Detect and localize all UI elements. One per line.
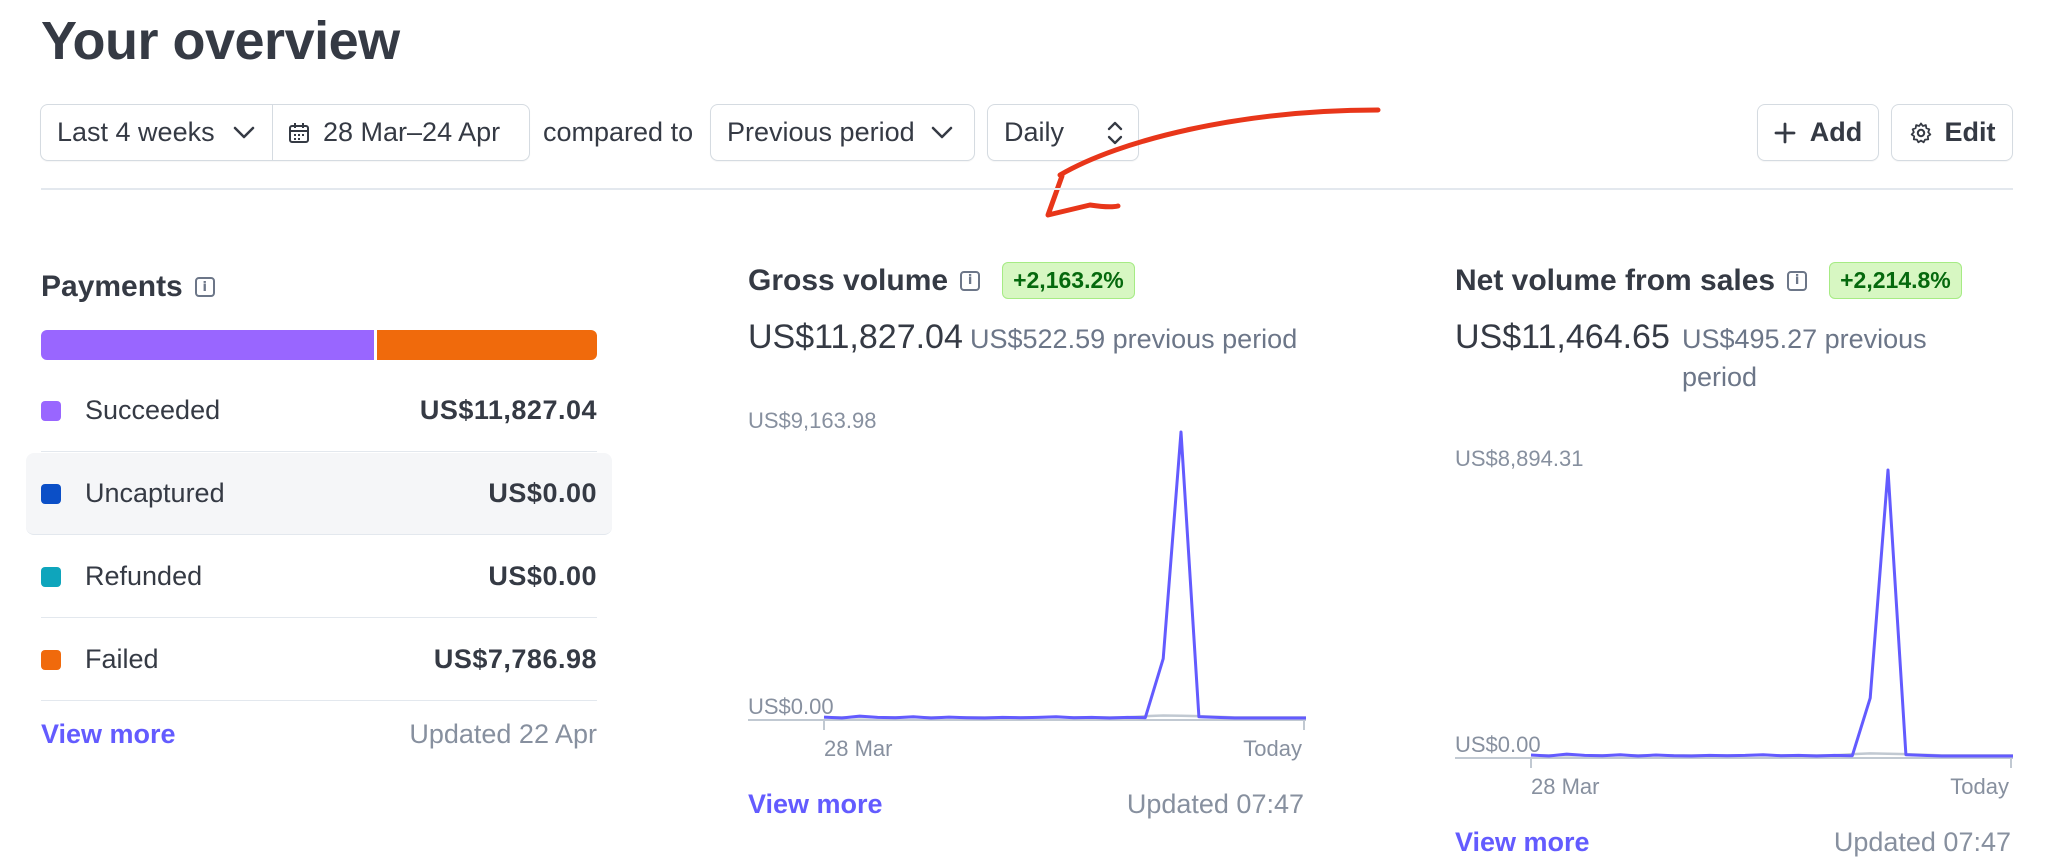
date-picker[interactable]: 28 Mar–24 Apr xyxy=(273,105,529,160)
page-title: Your overview xyxy=(41,11,400,71)
net-change-badge: +2,214.8% xyxy=(1829,262,1962,299)
net-x-start-label: 28 Mar xyxy=(1531,774,1600,799)
row-label: Refunded xyxy=(85,561,203,591)
gross-volume-chart xyxy=(748,430,1306,730)
gross-volume-title: Gross volume i +2,163.2% xyxy=(748,262,1135,299)
payments-updated-text: Updated 22 Apr xyxy=(409,719,597,749)
info-icon[interactable]: i xyxy=(960,270,981,291)
payments-bar xyxy=(41,330,597,360)
plus-icon xyxy=(1774,122,1796,144)
chevron-down-icon xyxy=(931,126,953,140)
comparison-period-dropdown[interactable]: Previous period xyxy=(710,104,975,161)
info-icon[interactable]: i xyxy=(1787,270,1808,291)
row-label: Uncaptured xyxy=(85,478,225,508)
header-divider xyxy=(41,188,2013,190)
add-button[interactable]: Add xyxy=(1757,104,1879,161)
gross-x-end-label: Today xyxy=(1243,736,1302,761)
net-previous-value: US$495.27 previous period xyxy=(1682,324,1927,392)
row-label: Succeeded xyxy=(85,395,221,425)
net-title-label: Net volume from sales xyxy=(1455,263,1776,297)
edit-button[interactable]: Edit xyxy=(1891,104,2013,161)
row-amount: US$7,786.98 xyxy=(433,644,597,674)
gross-change-badge: +2,163.2% xyxy=(1002,262,1135,299)
gear-icon xyxy=(1909,121,1933,145)
succeeded-segment xyxy=(41,330,375,360)
info-icon[interactable]: i xyxy=(194,277,215,297)
net-updated-text: Updated 07:47 xyxy=(1833,827,2011,857)
range-dropdown[interactable]: Last 4 weeks xyxy=(41,105,273,160)
period-label: Previous period xyxy=(727,117,915,147)
date-range-label: 28 Mar–24 Apr xyxy=(323,117,501,147)
payment-row-succeeded[interactable]: Succeeded US$11,827.04 xyxy=(41,370,597,452)
gross-previous-value: US$522.59 previous period xyxy=(970,324,1298,354)
compared-to-label: compared to xyxy=(543,117,694,147)
current-period-line xyxy=(1530,468,2013,758)
row-label: Failed xyxy=(85,644,159,674)
gross-updated-text: Updated 07:47 xyxy=(1126,789,1304,819)
payment-row-refunded[interactable]: Refunded US$0.00 xyxy=(41,536,597,618)
payments-title: Payments i xyxy=(41,270,215,304)
status-dot xyxy=(41,400,61,421)
current-period-line xyxy=(823,430,1306,720)
chevron-up-down-icon xyxy=(1106,120,1124,146)
gross-x-start-label: 28 Mar xyxy=(824,736,893,761)
row-amount: US$0.00 xyxy=(488,478,597,508)
payment-row-failed[interactable]: Failed US$7,786.98 xyxy=(41,619,597,701)
net-volume-chart xyxy=(1455,468,2013,768)
net-volume-title: Net volume from sales i +2,214.8% xyxy=(1455,262,1962,299)
interval-select[interactable]: Daily xyxy=(987,104,1139,161)
row-amount: US$11,827.04 xyxy=(419,395,597,425)
net-x-end-label: Today xyxy=(1950,774,2009,799)
edit-label: Edit xyxy=(1944,117,1996,147)
failed-segment xyxy=(377,330,597,360)
payments-title-label: Payments xyxy=(41,270,183,303)
date-range-selector[interactable]: Last 4 weeks 28 Mar–24 Apr xyxy=(40,104,530,161)
row-amount: US$0.00 xyxy=(488,561,597,591)
net-volume-value: US$11,464.65 xyxy=(1455,318,1670,356)
gross-view-more-link[interactable]: View more xyxy=(748,789,883,820)
status-dot xyxy=(41,566,61,587)
payment-row-uncaptured[interactable]: Uncaptured US$0.00 xyxy=(26,453,612,535)
net-view-more-link[interactable]: View more xyxy=(1455,827,1590,858)
calendar-icon xyxy=(287,121,311,145)
add-label: Add xyxy=(1809,117,1863,147)
payments-view-more-link[interactable]: View more xyxy=(41,719,176,750)
gross-volume-value: US$11,827.04 xyxy=(748,318,963,356)
range-label: Last 4 weeks xyxy=(57,117,215,147)
gross-title-label: Gross volume xyxy=(748,263,949,297)
interval-label: Daily xyxy=(1004,117,1065,147)
chevron-down-icon xyxy=(233,126,255,140)
status-dot xyxy=(41,483,61,504)
status-dot xyxy=(41,649,61,670)
